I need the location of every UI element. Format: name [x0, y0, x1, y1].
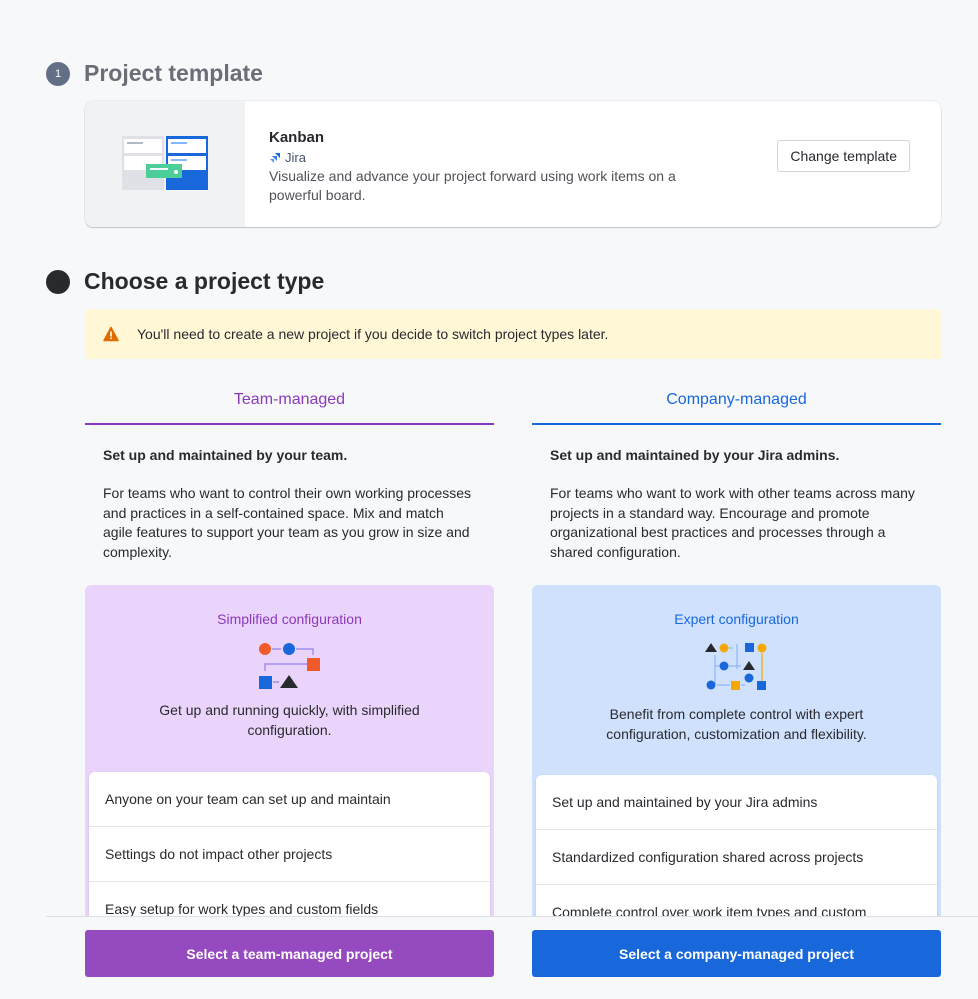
- template-description: Visualize and advance your project forwa…: [269, 168, 676, 203]
- company-feature-list: Set up and maintained by your Jira admin…: [536, 775, 937, 920]
- template-card: Kanban Jira Visualize and advance your p…: [85, 101, 941, 227]
- step-number: 1: [46, 61, 70, 86]
- step-number: 2: [46, 269, 70, 294]
- step-title: Choose a project type: [84, 268, 325, 294]
- list-item: Complete control over work item types an…: [536, 885, 937, 920]
- list-item: Settings do not impact other projects: [89, 827, 490, 882]
- company-managed-description: For teams who want to work with other te…: [550, 485, 915, 560]
- config-title: Simplified configuration: [217, 611, 362, 627]
- config-text: Benefit from complete control with exper…: [606, 706, 867, 742]
- change-template-button[interactable]: Change template: [777, 140, 910, 172]
- list-item: Easy setup for work types and custom fie…: [89, 882, 490, 920]
- team-feature-list: Anyone on your team can set up and maint…: [89, 772, 490, 920]
- warning-icon: [103, 326, 119, 342]
- team-managed-column: Team-managed Set up and maintained by yo…: [85, 383, 494, 562]
- team-managed-heading: Set up and maintained by your team.: [103, 447, 348, 463]
- company-managed-heading: Set up and maintained by your Jira admin…: [550, 447, 840, 463]
- tab-company-managed[interactable]: Company-managed: [532, 383, 941, 425]
- expert-workflow-icon: [704, 643, 766, 690]
- step-project-type: 2 Choose a project type: [46, 268, 324, 295]
- simplified-configuration-panel: Simplified configuration Get up and runn…: [85, 585, 494, 920]
- config-title: Expert configuration: [674, 611, 799, 627]
- team-managed-description: For teams who want to control their own …: [103, 485, 472, 560]
- template-product-label: Jira: [285, 150, 306, 165]
- select-team-managed-button[interactable]: Select a team-managed project: [85, 930, 494, 977]
- simplified-workflow-icon: [258, 643, 320, 689]
- select-company-managed-button[interactable]: Select a company-managed project: [532, 930, 941, 977]
- list-item: Set up and maintained by your Jira admin…: [536, 775, 937, 830]
- step-project-template: 1 Project template: [46, 60, 263, 87]
- list-item: Anyone on your team can set up and maint…: [89, 772, 490, 827]
- warning-text: You'll need to create a new project if y…: [137, 326, 609, 342]
- jira-logo-icon: [270, 152, 280, 163]
- expert-configuration-panel: Expert configuration Benefit from comple…: [532, 585, 941, 920]
- tab-team-managed[interactable]: Team-managed: [85, 383, 494, 425]
- company-managed-column: Company-managed Set up and maintained by…: [532, 383, 941, 562]
- config-text: Get up and running quickly, with simplif…: [159, 702, 420, 738]
- step-title: Project template: [84, 60, 263, 86]
- kanban-board-illustration-icon: [85, 101, 245, 227]
- list-item: Standardized configuration shared across…: [536, 830, 937, 885]
- warning-banner: You'll need to create a new project if y…: [85, 309, 941, 359]
